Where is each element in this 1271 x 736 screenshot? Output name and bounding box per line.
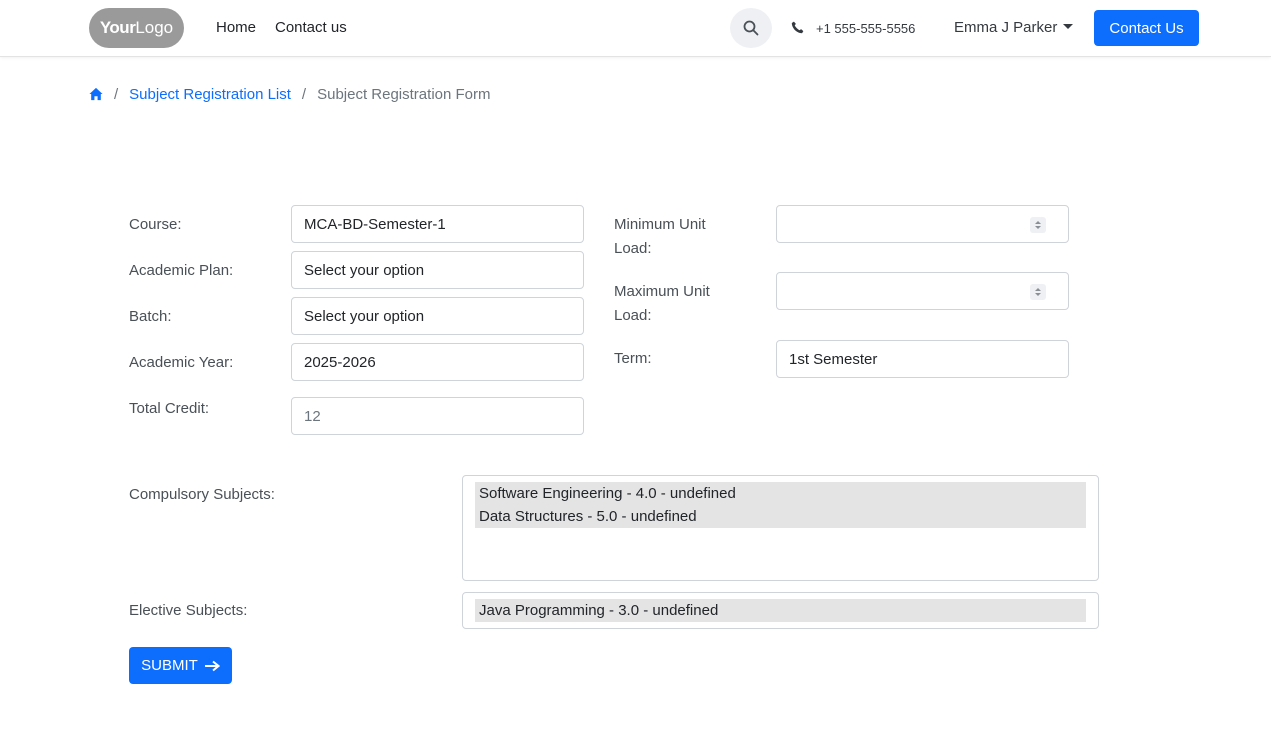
- minimum-unit-load-label: Minimum Unit Load:: [614, 213, 706, 261]
- breadcrumb-separator: /: [301, 85, 307, 103]
- maximum-unit-load-input[interactable]: [776, 272, 1069, 310]
- academic-plan-label: Academic Plan:: [129, 262, 234, 279]
- arrow-right-icon: [204, 660, 220, 671]
- term-value: 1st Semester: [789, 350, 878, 368]
- total-credit-field: 12: [291, 397, 584, 435]
- top-navbar: Your Logo Home Contact us +1 555-555-5556…: [0, 0, 1271, 57]
- search-icon: [743, 20, 759, 36]
- user-name: Emma J Parker: [954, 19, 1058, 36]
- submit-label: SUBMIT: [141, 657, 198, 674]
- compulsory-subjects-multiselect[interactable]: Software Engineering - 4.0 - undefined D…: [462, 475, 1099, 581]
- compulsory-option[interactable]: Software Engineering - 4.0 - undefined: [475, 482, 1086, 505]
- spin-down-icon: [1035, 293, 1041, 296]
- total-credit-value: 12: [304, 407, 321, 425]
- batch-value: Select your option: [304, 307, 425, 325]
- term-label: Term:: [614, 350, 652, 367]
- course-label: Course:: [129, 216, 182, 233]
- course-select[interactable]: MCA-BD-Semester-1: [291, 205, 584, 243]
- maximum-unit-load-label: Maximum Unit Load:: [614, 280, 710, 328]
- elective-subjects-label: Elective Subjects:: [129, 602, 248, 619]
- course-value: MCA-BD-Semester-1: [304, 215, 446, 233]
- compulsory-option[interactable]: Data Structures - 5.0 - undefined: [475, 505, 1086, 528]
- compulsory-subjects-label: Compulsory Subjects:: [129, 486, 275, 503]
- phone-number[interactable]: +1 555-555-5556: [816, 21, 915, 36]
- breadcrumb-separator: /: [114, 85, 119, 103]
- maximum-unit-load-label-line2: Load:: [614, 307, 652, 324]
- batch-select[interactable]: Select your option: [291, 297, 584, 335]
- minimum-unit-load-label-line1: Minimum Unit: [614, 216, 706, 233]
- minimum-unit-load-label-line2: Load:: [614, 240, 652, 257]
- spin-up-icon: [1035, 288, 1041, 291]
- academic-year-label: Academic Year:: [129, 354, 234, 371]
- maximum-unit-load-label-line1: Maximum Unit: [614, 283, 710, 300]
- user-dropdown[interactable]: Emma J Parker: [954, 19, 1074, 36]
- number-spinner[interactable]: [1030, 217, 1046, 233]
- academic-plan-value: Select your option: [304, 261, 425, 279]
- breadcrumb: / Subject Registration List / Subject Re…: [89, 84, 491, 104]
- spin-up-icon: [1035, 221, 1041, 224]
- submit-button[interactable]: SUBMIT: [129, 647, 232, 684]
- elective-subjects-multiselect[interactable]: Java Programming - 3.0 - undefined: [462, 592, 1099, 629]
- company-logo[interactable]: Your Logo: [89, 8, 184, 48]
- chevron-down-icon: [1063, 23, 1074, 29]
- academic-year-value: 2025-2026: [304, 353, 376, 371]
- nav-home-link[interactable]: Home: [216, 19, 256, 36]
- academic-plan-select[interactable]: Select your option: [291, 251, 584, 289]
- academic-year-select[interactable]: 2025-2026: [291, 343, 584, 381]
- search-button[interactable]: [730, 8, 772, 48]
- minimum-unit-load-input[interactable]: [776, 205, 1069, 243]
- logo-text-logo: Logo: [135, 18, 174, 37]
- home-icon[interactable]: [89, 87, 103, 101]
- number-spinner[interactable]: [1030, 284, 1046, 300]
- spin-down-icon: [1035, 226, 1041, 229]
- breadcrumb-current-page: Subject Registration Form: [317, 85, 491, 103]
- contact-us-button[interactable]: Contact Us: [1094, 10, 1199, 46]
- logo-text-your: Your: [99, 18, 136, 37]
- total-credit-label: Total Credit:: [129, 400, 210, 417]
- batch-label: Batch:: [129, 308, 172, 325]
- term-select[interactable]: 1st Semester: [776, 340, 1069, 378]
- elective-option[interactable]: Java Programming - 3.0 - undefined: [475, 599, 1086, 622]
- breadcrumb-registration-list-link[interactable]: Subject Registration List: [129, 86, 291, 103]
- phone-icon: [791, 21, 804, 34]
- nav-contact-link[interactable]: Contact us: [275, 19, 347, 36]
